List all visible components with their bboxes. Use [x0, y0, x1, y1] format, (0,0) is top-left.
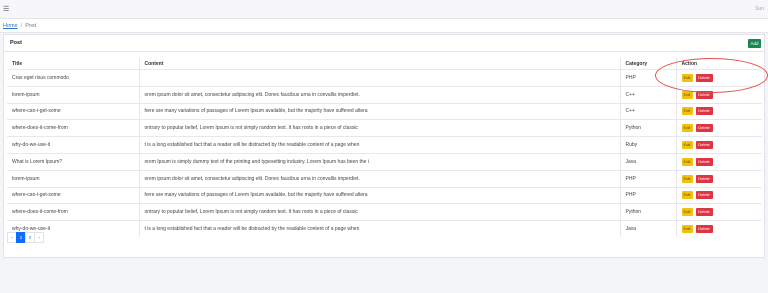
- column-header-content[interactable]: Content: [138, 58, 620, 70]
- cell-action: Edit Delete: [675, 69, 762, 87]
- breadcrumb-separator: /: [20, 22, 23, 29]
- delete-button[interactable]: Delete: [695, 157, 713, 166]
- cell-category: C++: [619, 102, 676, 120]
- cell-category: Ruby: [619, 136, 676, 154]
- cell-action: Edit Delete: [675, 203, 762, 221]
- page-title: Post: [10, 40, 22, 46]
- cell-category: Python: [619, 203, 676, 221]
- delete-button[interactable]: Delete: [695, 124, 713, 133]
- table-row: where-does-it-come-from ontrary to popula…: [7, 203, 762, 221]
- column-header-title[interactable]: Title: [7, 58, 139, 70]
- cell-content: here are many variations of passages of …: [138, 186, 620, 204]
- breadcrumb-home-link[interactable]: Home: [3, 23, 18, 29]
- cell-content: orem ipsum dolor sit amet, consectetur a…: [138, 169, 620, 188]
- delete-button[interactable]: Delete: [695, 225, 713, 234]
- pagination: ‹ 1 2 ›: [7, 232, 44, 243]
- edit-button[interactable]: Edit: [681, 90, 693, 99]
- post-table: Title Content Category Action Cras eget …: [7, 58, 762, 237]
- pagination-next[interactable]: ›: [34, 232, 44, 243]
- edit-button[interactable]: Edit: [681, 225, 693, 234]
- edit-button[interactable]: Edit: [681, 124, 693, 133]
- cell-title: where-does-it-come-from: [7, 119, 139, 137]
- delete-button[interactable]: Delete: [695, 73, 713, 82]
- cell-title: Cras eget risus commodo: [7, 69, 139, 87]
- table-row: lorem-ipsum orem ipsum dolor sit amet, co…: [7, 169, 762, 188]
- cell-content: orem Ipsum is simply dummy text of the p…: [138, 152, 620, 171]
- edit-button[interactable]: Edit: [681, 208, 693, 217]
- table-row: where-can-i-get-some here are many variat…: [7, 102, 762, 120]
- edit-button[interactable]: Edit: [681, 157, 693, 166]
- cell-category: PHP: [619, 169, 676, 188]
- cell-action: Edit Delete: [675, 136, 762, 154]
- cell-content: orem ipsum dolor sit amet, consectetur a…: [138, 85, 620, 104]
- edit-button[interactable]: Edit: [681, 107, 693, 116]
- hamburger-icon[interactable]: ☰: [3, 6, 9, 13]
- delete-button[interactable]: Delete: [695, 141, 713, 150]
- cell-title: where-can-i-get-some: [7, 102, 139, 120]
- column-header-category[interactable]: Category: [619, 58, 676, 70]
- cell-title: why-do-we-use-it: [7, 136, 139, 154]
- post-card: Post Add Title Content Category Action C…: [3, 34, 765, 258]
- add-button[interactable]: Add: [748, 38, 761, 48]
- cell-action: Edit Delete: [675, 102, 762, 120]
- cell-category: C++: [619, 85, 676, 104]
- column-header-action: Action: [675, 58, 762, 70]
- breadcrumb: Home / Post: [0, 19, 768, 33]
- cell-action: Edit Delete: [675, 85, 762, 104]
- cell-content: ontrary to popular belief, Lorem Ipsum i…: [138, 203, 620, 221]
- table-row: What is Lorem Ipsum? orem Ipsum is simply…: [7, 152, 762, 171]
- table-row: lorem-ipsum orem ipsum dolor sit amet, co…: [7, 85, 762, 104]
- user-name[interactable]: Sun: [755, 6, 764, 12]
- breadcrumb-current: Post: [25, 22, 37, 29]
- cell-title: What is Lorem Ipsum?: [7, 152, 139, 171]
- edit-button[interactable]: Edit: [681, 73, 693, 82]
- cell-title: where-can-i-get-some: [7, 186, 139, 204]
- edit-button[interactable]: Edit: [681, 191, 693, 200]
- cell-content: [138, 69, 620, 87]
- table-row: where-does-it-come-from ontrary to popula…: [7, 119, 762, 137]
- cell-content: t is a long established fact that a read…: [138, 220, 620, 237]
- cell-action: Edit Delete: [675, 119, 762, 137]
- delete-button[interactable]: Delete: [695, 90, 713, 99]
- cell-content: t is a long established fact that a read…: [138, 136, 620, 154]
- delete-button[interactable]: Delete: [695, 107, 713, 116]
- cell-category: Java: [619, 220, 676, 237]
- table-row: why-do-we-use-it t is a long established …: [7, 220, 762, 237]
- cell-category: PHP: [619, 186, 676, 204]
- delete-button[interactable]: Delete: [695, 174, 713, 183]
- cell-content: here are many variations of passages of …: [138, 102, 620, 120]
- cell-action: Edit Delete: [675, 152, 762, 171]
- edit-button[interactable]: Edit: [681, 174, 693, 183]
- top-bar: ☰ Sun: [0, 0, 768, 19]
- table-row: why-do-we-use-it t is a long established …: [7, 136, 762, 154]
- cell-title: lorem-ipsum: [7, 85, 139, 104]
- edit-button[interactable]: Edit: [681, 141, 693, 150]
- cell-content: ontrary to popular belief, Lorem Ipsum i…: [138, 119, 620, 137]
- cell-action: Edit Delete: [675, 186, 762, 204]
- table-header-row: Title Content Category Action: [7, 58, 762, 70]
- cell-action: Edit Delete: [675, 220, 762, 237]
- delete-button[interactable]: Delete: [695, 191, 713, 200]
- cell-title: lorem-ipsum: [7, 169, 139, 188]
- cell-action: Edit Delete: [675, 169, 762, 188]
- table-row: where-can-i-get-some here are many variat…: [7, 186, 762, 204]
- cell-category: PHP: [619, 69, 676, 87]
- cell-category: Java: [619, 152, 676, 171]
- card-header: Post Add: [4, 35, 764, 52]
- cell-category: Python: [619, 119, 676, 137]
- delete-button[interactable]: Delete: [695, 208, 713, 217]
- cell-title: where-does-it-come-from: [7, 203, 139, 221]
- table-row: Cras eget risus commodo PHP Edit Delete: [7, 69, 762, 87]
